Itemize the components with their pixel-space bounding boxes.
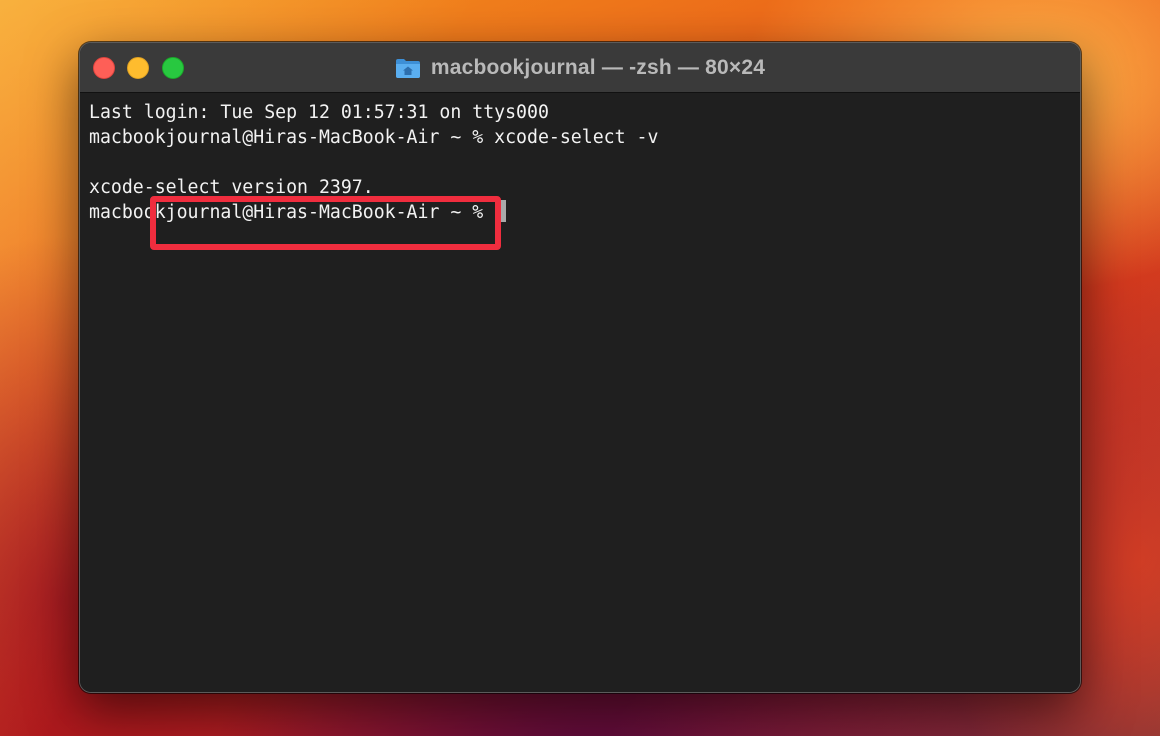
window-title: macbookjournal — -zsh — 80×24 — [430, 56, 766, 79]
terminal-line-command: macbookjournal@Hiras-MacBook-Air ~ % xco… — [89, 127, 659, 148]
highlight-annotation — [150, 196, 501, 250]
folder-home-icon — [395, 57, 421, 79]
window-title-group: macbookjournal — -zsh — 80×24 — [80, 43, 1080, 93]
terminal-window[interactable]: macbookjournal — -zsh — 80×24 Last login… — [79, 42, 1081, 693]
terminal-line-login: Last login: Tue Sep 12 01:57:31 on ttys0… — [89, 102, 549, 123]
title-bar[interactable]: macbookjournal — -zsh — 80×24 — [80, 43, 1080, 93]
terminal-output[interactable]: Last login: Tue Sep 12 01:57:31 on ttys0… — [80, 93, 1080, 692]
